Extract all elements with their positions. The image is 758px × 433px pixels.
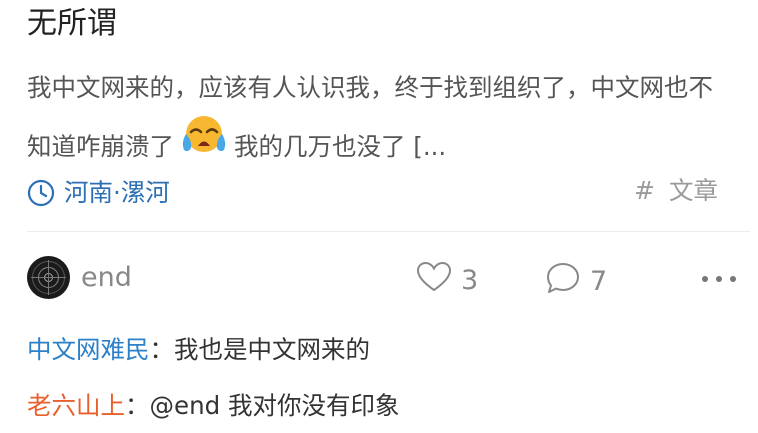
comment-text: @end 我对你没有印象 bbox=[149, 391, 400, 420]
location-label: 河南·漯河 bbox=[64, 178, 170, 207]
comment-button[interactable]: 7 bbox=[546, 262, 607, 301]
author-info[interactable]: end bbox=[27, 256, 132, 299]
comment-bubble-icon bbox=[546, 262, 580, 301]
comment-separator: ： bbox=[149, 335, 175, 364]
comment-item[interactable]: 老六山上：@end 我对你没有印象 bbox=[27, 388, 399, 424]
category-tag[interactable]: # 文章 bbox=[634, 173, 718, 209]
comment-separator: ： bbox=[125, 391, 150, 420]
clock-icon bbox=[27, 179, 55, 207]
heart-icon bbox=[416, 261, 452, 299]
author-name[interactable]: end bbox=[81, 256, 132, 299]
post-body[interactable]: 我中文网来的，应该有人认识我，终于找到组织了，中文网也不知道咋崩溃了 我的几万也… bbox=[27, 60, 737, 180]
divider bbox=[27, 231, 750, 232]
comment-text: 我也是中文网来的 bbox=[174, 335, 370, 364]
location-tag[interactable]: 河南·漯河 bbox=[27, 175, 170, 211]
category-label: 文章 bbox=[669, 176, 718, 205]
post-body-text-2: 我的几万也没了 [... bbox=[234, 132, 447, 161]
dot-icon bbox=[702, 276, 708, 282]
like-button[interactable]: 3 bbox=[416, 261, 479, 299]
like-count: 3 bbox=[461, 264, 479, 296]
comment-item[interactable]: 中文网难民：我也是中文网来的 bbox=[27, 332, 370, 368]
dot-icon bbox=[716, 276, 722, 282]
comment-user[interactable]: 中文网难民 bbox=[27, 335, 150, 364]
hash-icon: # bbox=[634, 176, 655, 205]
avatar[interactable] bbox=[27, 256, 70, 299]
comment-user[interactable]: 老六山上 bbox=[27, 391, 125, 420]
comment-count: 7 bbox=[590, 265, 608, 297]
dot-icon bbox=[730, 276, 736, 282]
post-title[interactable]: 无所谓 bbox=[27, 4, 117, 44]
more-options-icon[interactable] bbox=[702, 271, 736, 287]
crying-face-icon bbox=[180, 112, 228, 176]
